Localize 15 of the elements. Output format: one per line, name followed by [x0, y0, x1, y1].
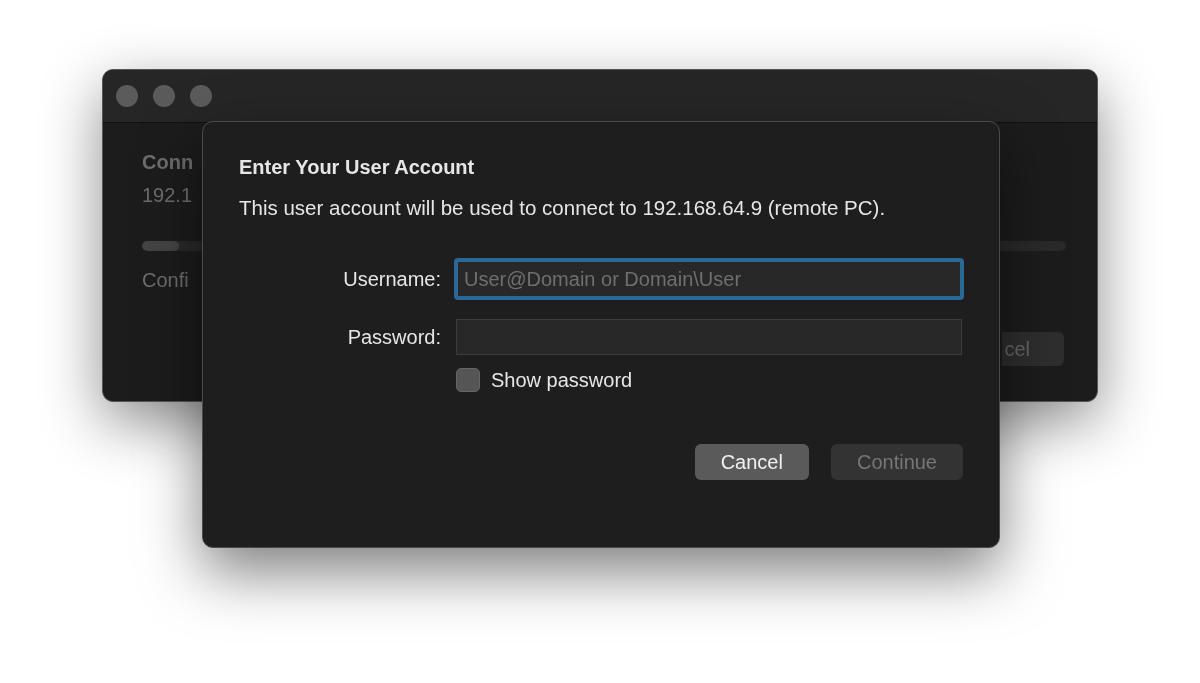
status-text: Confi: [142, 269, 189, 292]
close-window-icon[interactable]: [116, 85, 138, 107]
dialog-message: This user account will be used to connect to 192.168.64.9 (remote PC).: [239, 195, 887, 221]
password-field[interactable]: [456, 319, 962, 355]
zoom-window-icon[interactable]: [190, 85, 212, 107]
minimize-window-icon[interactable]: [153, 85, 175, 107]
field-label: Username:: [343, 267, 441, 291]
cancel-button[interactable]: Cancel: [694, 444, 809, 480]
connection-heading: Conn: [142, 151, 194, 174]
checkbox-label: Show password: [491, 368, 633, 392]
dialog-title: Enter Your User Account: [239, 156, 475, 179]
checkbox[interactable]: [456, 368, 480, 392]
field-label: Password:: [347, 325, 441, 349]
address-text: 192.1: [142, 184, 193, 207]
username-field[interactable]: User@Domain or Domain\User: [454, 258, 964, 300]
